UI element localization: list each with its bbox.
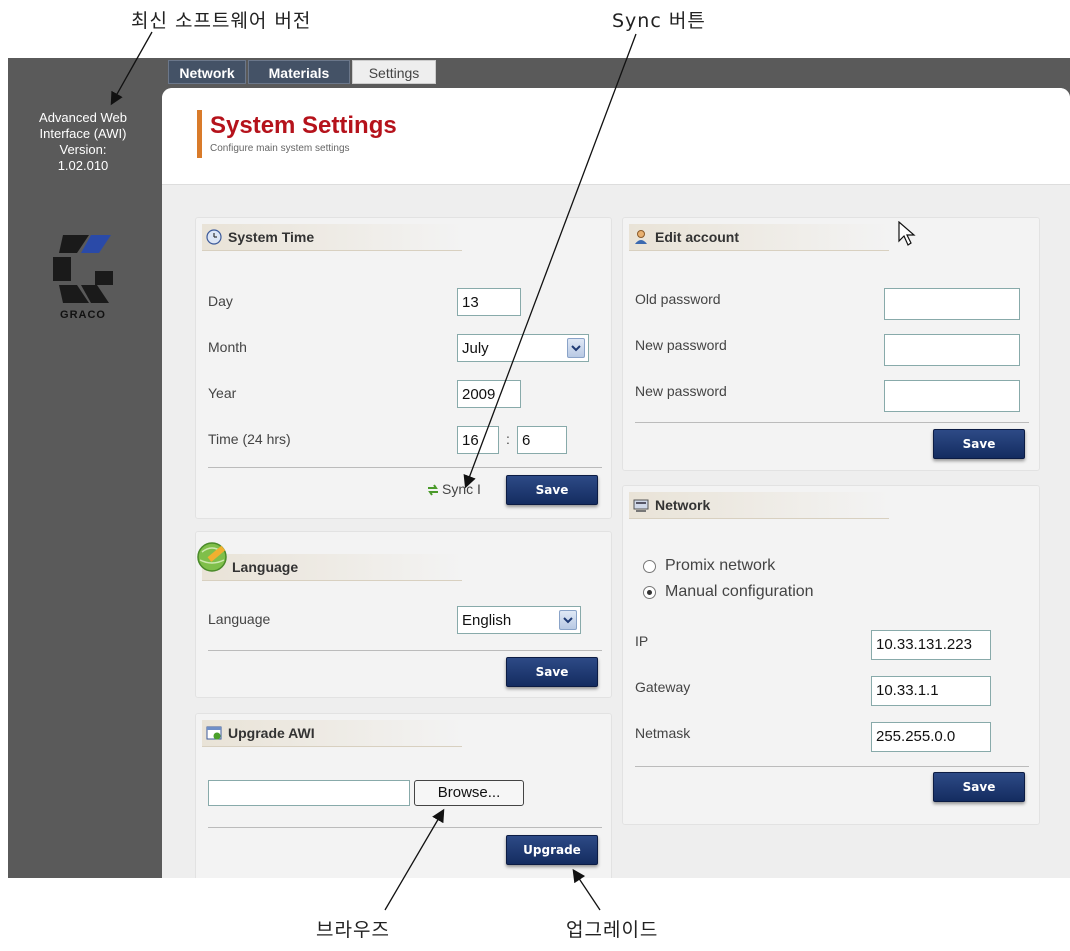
language-value: English bbox=[462, 612, 512, 629]
callout-latest-version: 최신 소프트웨어 버전 bbox=[131, 10, 312, 32]
divider bbox=[208, 827, 602, 828]
chevron-down-icon bbox=[559, 610, 577, 630]
network-icon bbox=[633, 499, 649, 512]
old-password-field[interactable] bbox=[884, 288, 1020, 320]
network-save-button[interactable]: Save bbox=[933, 772, 1025, 802]
netmask-label: Netmask bbox=[635, 725, 691, 741]
version-line: Version: bbox=[59, 142, 107, 157]
upgrade-button[interactable]: Upgrade bbox=[506, 835, 598, 865]
promix-network-radio[interactable] bbox=[643, 560, 656, 573]
page-subtitle: Configure main system settings bbox=[210, 143, 350, 154]
settings-panel: System Settings Configure main system se… bbox=[162, 88, 1070, 878]
tab-network[interactable]: Network bbox=[168, 60, 246, 84]
upgrade-file-field[interactable] bbox=[208, 780, 410, 806]
manual-configuration-label: Manual configuration bbox=[665, 583, 814, 600]
window-upgrade-icon bbox=[206, 726, 222, 740]
edit-account-box: Edit account Old password New password N… bbox=[622, 217, 1040, 471]
tab-settings[interactable]: Settings bbox=[352, 60, 436, 84]
divider bbox=[635, 766, 1029, 767]
awi-window: Advanced Web Interface (AWI) Version: 1.… bbox=[8, 58, 1070, 878]
system-time-box: System Time Day 13 Month July Year 2009 … bbox=[195, 217, 612, 519]
chevron-down-icon bbox=[567, 338, 585, 358]
upgrade-awi-box: Upgrade AWI Browse... Upgrade bbox=[195, 713, 612, 878]
globe-pencil-icon bbox=[197, 542, 227, 572]
day-label: Day bbox=[208, 293, 233, 309]
callout-sync-button: Sync 버튼 bbox=[612, 10, 706, 32]
box-header: Upgrade AWI bbox=[202, 720, 462, 747]
minute-field[interactable]: 6 bbox=[517, 426, 567, 454]
user-icon bbox=[635, 230, 647, 244]
box-header: System Time bbox=[202, 224, 462, 251]
box-title: Edit account bbox=[655, 229, 740, 245]
language-label: Language bbox=[208, 611, 271, 627]
network-box: Network Promix network Manual configurat… bbox=[622, 485, 1040, 825]
box-title: Language bbox=[232, 559, 299, 575]
sync-label: Sync I bbox=[442, 481, 481, 497]
day-field[interactable]: 13 bbox=[457, 288, 521, 316]
old-password-label: Old password bbox=[635, 291, 721, 307]
system-time-save-button[interactable]: Save bbox=[506, 475, 598, 505]
callout-upgrade: 업그레이드 bbox=[566, 919, 659, 941]
netmask-field[interactable]: 255.255.0.0 bbox=[871, 722, 991, 752]
promix-network-label: Promix network bbox=[665, 557, 776, 574]
language-select[interactable]: English bbox=[457, 606, 581, 634]
left-rail: Advanced Web Interface (AWI) Version: 1.… bbox=[8, 58, 158, 878]
callout-browse: 브라우즈 bbox=[316, 919, 390, 941]
edit-account-save-button[interactable]: Save bbox=[933, 429, 1025, 459]
confirm-password-label: New password bbox=[635, 383, 727, 399]
sync-icon bbox=[428, 484, 438, 496]
graco-logo-icon bbox=[53, 235, 113, 303]
language-box: Language Language English Save bbox=[195, 531, 612, 698]
graco-logo: GRACO bbox=[41, 231, 125, 321]
new-password-label: New password bbox=[635, 337, 727, 353]
clock-icon bbox=[206, 229, 222, 245]
month-select[interactable]: July bbox=[457, 334, 589, 362]
page-header: System Settings Configure main system se… bbox=[162, 88, 1070, 185]
mouse-cursor-icon bbox=[898, 221, 916, 246]
month-label: Month bbox=[208, 339, 247, 355]
confirm-password-field[interactable] bbox=[884, 380, 1020, 412]
hour-field[interactable]: 16 bbox=[457, 426, 499, 454]
year-field[interactable]: 2009 bbox=[457, 380, 521, 408]
ip-label: IP bbox=[635, 633, 649, 649]
box-header: Edit account bbox=[629, 224, 889, 251]
page-title: System Settings bbox=[210, 112, 397, 139]
time-label: Time (24 hrs) bbox=[208, 431, 291, 447]
time-separator: : bbox=[506, 431, 510, 447]
month-value: July bbox=[462, 340, 489, 357]
version-line: Interface (AWI) bbox=[39, 126, 127, 141]
box-title: Network bbox=[655, 497, 711, 513]
year-label: Year bbox=[208, 385, 237, 401]
box-header: Network bbox=[629, 492, 889, 519]
version-number: 1.02.010 bbox=[57, 158, 109, 173]
title-accent bbox=[197, 110, 202, 158]
box-header: Language bbox=[197, 542, 462, 581]
logo-text: GRACO bbox=[60, 309, 106, 321]
browse-button[interactable]: Browse... bbox=[414, 780, 524, 806]
divider bbox=[635, 422, 1029, 423]
box-title: Upgrade AWI bbox=[228, 725, 315, 741]
manual-configuration-radio[interactable] bbox=[643, 586, 656, 599]
divider bbox=[208, 650, 602, 651]
language-save-button[interactable]: Save bbox=[506, 657, 598, 687]
ip-field[interactable]: 10.33.131.223 bbox=[871, 630, 991, 660]
version-info: Advanced Web Interface (AWI) Version: 1.… bbox=[8, 110, 158, 174]
gateway-label: Gateway bbox=[635, 679, 691, 695]
tab-materials[interactable]: Materials bbox=[248, 60, 350, 84]
divider bbox=[208, 467, 602, 468]
version-line: Advanced Web bbox=[39, 110, 127, 125]
gateway-field[interactable]: 10.33.1.1 bbox=[871, 676, 991, 706]
box-title: System Time bbox=[228, 229, 315, 245]
new-password-field[interactable] bbox=[884, 334, 1020, 366]
